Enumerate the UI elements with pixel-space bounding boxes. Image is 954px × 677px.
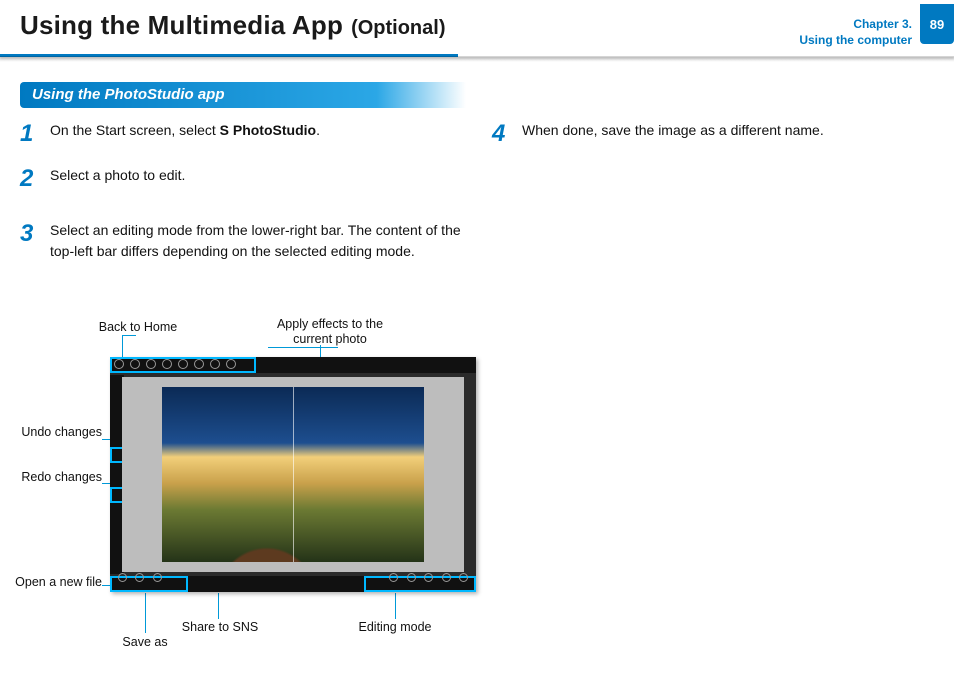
leader-line	[268, 347, 338, 348]
leader-line	[145, 593, 146, 633]
step-3: 3 Select an editing mode from the lower-…	[20, 220, 462, 262]
step-4: 4 When done, save the image as a differe…	[492, 120, 934, 141]
mode-icon[interactable]	[407, 573, 416, 582]
callout-back-to-home: Back to Home	[88, 320, 188, 335]
save-as-icon[interactable]	[135, 573, 144, 582]
step-2: 2 Select a photo to edit.	[20, 165, 462, 186]
callout-share-to-sns: Share to SNS	[170, 620, 270, 635]
leader-line	[122, 335, 123, 357]
bottom-right-icons	[387, 570, 470, 590]
step-4-text: When done, save the image as a different…	[522, 122, 824, 138]
leader-line	[122, 335, 136, 336]
before-after-divider	[293, 387, 294, 562]
callout-undo-changes: Undo changes	[12, 425, 102, 440]
step-2-text: Select a photo to edit.	[50, 167, 185, 183]
effect-icon[interactable]	[162, 359, 172, 369]
top-toolbar	[110, 357, 476, 373]
left-column: 1 On the Start screen, select S PhotoStu…	[20, 120, 462, 667]
open-file-icon[interactable]	[118, 573, 127, 582]
page-title: Using the Multimedia App	[20, 10, 343, 41]
page-title-wrap: Using the Multimedia App (Optional)	[20, 10, 446, 41]
effect-icon[interactable]	[178, 359, 188, 369]
step-1: 1 On the Start screen, select S PhotoStu…	[20, 120, 462, 141]
photostudio-window	[110, 357, 476, 592]
effect-icon[interactable]	[226, 359, 236, 369]
bottom-toolbar	[110, 576, 476, 592]
step-1-text-bold: S PhotoStudio	[220, 122, 316, 138]
leader-line	[218, 593, 219, 619]
effect-icon[interactable]	[194, 359, 204, 369]
sample-photo	[162, 387, 424, 562]
step-3-text: Select an editing mode from the lower-ri…	[50, 222, 461, 259]
header-right: Chapter 3. Using the computer 89	[799, 10, 954, 48]
right-column: 4 When done, save the image as a differe…	[492, 120, 934, 667]
page-header: Using the Multimedia App (Optional) Chap…	[0, 0, 954, 48]
bottom-left-icons	[116, 570, 164, 590]
page-number-badge: 89	[920, 4, 954, 44]
step-1-text-pre: On the Start screen, select	[50, 122, 220, 138]
mode-icon[interactable]	[459, 573, 468, 582]
top-toolbar-icons	[114, 359, 236, 369]
callout-save-as: Save as	[115, 635, 175, 650]
share-icon[interactable]	[153, 573, 162, 582]
callout-redo-changes: Redo changes	[12, 470, 102, 485]
home-icon[interactable]	[114, 359, 124, 369]
leader-line	[395, 593, 396, 619]
callout-open-new-file: Open a new file	[12, 575, 102, 590]
mode-icon[interactable]	[424, 573, 433, 582]
page-title-suffix: (Optional)	[351, 17, 445, 40]
chapter-line1: Chapter 3.	[799, 16, 912, 32]
header-rule-shadow	[0, 56, 954, 62]
callout-editing-mode: Editing mode	[345, 620, 445, 635]
chapter-line2: Using the computer	[799, 32, 912, 48]
step-number: 4	[492, 116, 505, 152]
effect-icon[interactable]	[130, 359, 140, 369]
step-number: 3	[20, 216, 33, 252]
mode-icon[interactable]	[442, 573, 451, 582]
mode-icon[interactable]	[389, 573, 398, 582]
effect-icon[interactable]	[210, 359, 220, 369]
callout-apply-effects: Apply effects to the current photo	[260, 317, 400, 347]
chapter-label: Chapter 3. Using the computer	[799, 10, 920, 48]
editor-canvas	[122, 377, 464, 572]
section-banner: Using the PhotoStudio app	[20, 82, 466, 108]
step-number: 1	[20, 116, 33, 152]
step-1-text-post: .	[316, 122, 320, 138]
effect-icon[interactable]	[146, 359, 156, 369]
content-area: 1 On the Start screen, select S PhotoStu…	[20, 120, 934, 667]
step-number: 2	[20, 161, 33, 197]
